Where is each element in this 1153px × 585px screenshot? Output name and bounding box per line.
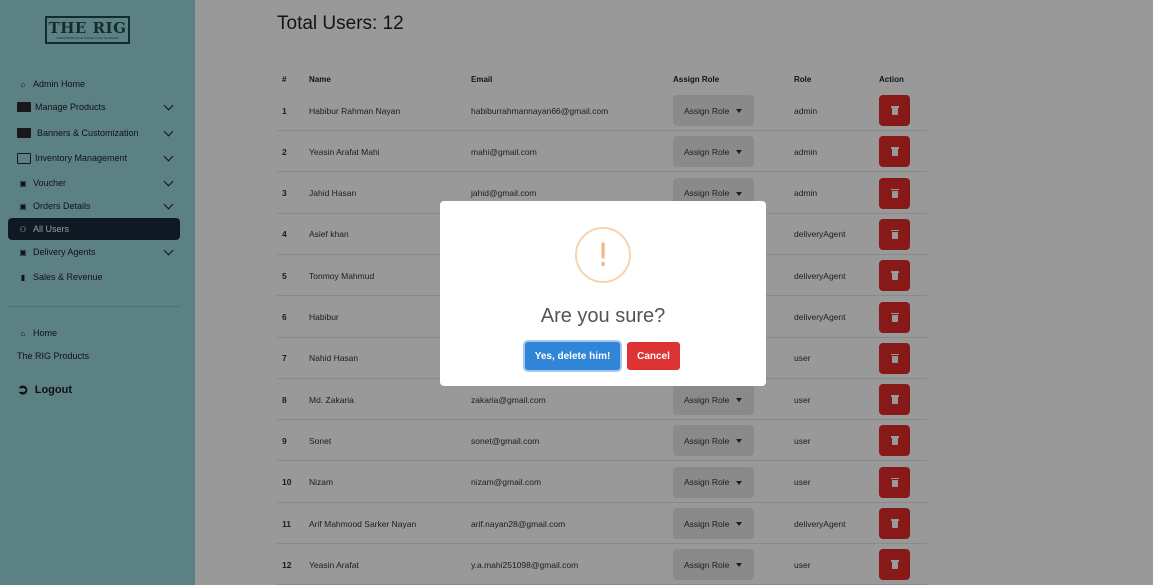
confirm-dialog: ! Are you sure? Yes, delete him! Cancel [440,201,766,386]
confirm-delete-button[interactable]: Yes, delete him! [525,342,620,370]
cancel-button[interactable]: Cancel [627,342,680,370]
dialog-title: Are you sure? [540,305,666,327]
warning-icon: ! [575,227,631,283]
